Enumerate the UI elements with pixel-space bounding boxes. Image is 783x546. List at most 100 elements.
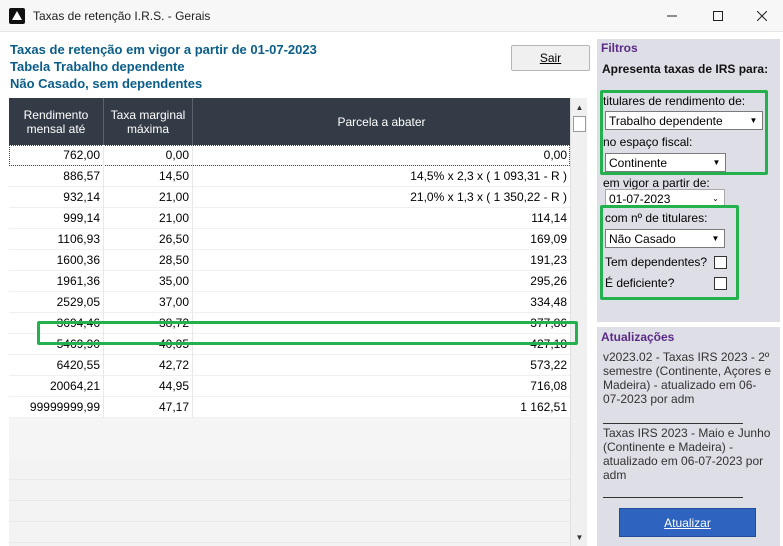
- cell-parcela: 377,86: [193, 313, 570, 334]
- titulares-select[interactable]: Trabalho dependente ▼: [605, 111, 763, 130]
- filters-subtitle: Apresenta taxas de IRS para:: [602, 62, 768, 76]
- cell-taxa: 40,05: [104, 334, 193, 355]
- cell-rendimento: 1106,93: [9, 229, 104, 250]
- table-row[interactable]: 3694,46 38,72 377,86: [9, 313, 570, 334]
- cell-parcela: 21,0% x 1,3 x ( 1 350,22 - R ): [193, 187, 570, 208]
- cell-rendimento: 886,57: [9, 166, 104, 187]
- close-button[interactable]: [739, 0, 783, 32]
- minimize-icon: [667, 11, 677, 21]
- cell-rendimento: 2529,05: [9, 292, 104, 313]
- cell-taxa: 26,50: [104, 229, 193, 250]
- cell-parcela: 716,08: [193, 376, 570, 397]
- header-validity: Taxas de retenção em vigor a partir de 0…: [10, 42, 317, 57]
- table-empty-area: [9, 459, 570, 546]
- cell-rendimento: 1961,36: [9, 271, 104, 292]
- update-button[interactable]: Atualizar: [619, 508, 756, 537]
- cell-rendimento: 20064,21: [9, 376, 104, 397]
- cell-rendimento: 999,14: [9, 208, 104, 229]
- cell-taxa: 35,00: [104, 271, 193, 292]
- titulares-label: titulares de rendimento de:: [603, 94, 745, 108]
- cell-taxa: 14,50: [104, 166, 193, 187]
- table-row[interactable]: 932,14 21,00 21,0% x 1,3 x ( 1 350,22 - R …: [9, 187, 570, 208]
- cell-taxa: 47,17: [104, 397, 193, 418]
- cell-parcela: 295,26: [193, 271, 570, 292]
- cell-rendimento: 99999999,99: [9, 397, 104, 418]
- num-titulares-select[interactable]: Não Casado ▼: [605, 229, 725, 248]
- cell-parcela: 0,00: [193, 145, 570, 166]
- vigor-date-picker[interactable]: 01-07-2023 ⌄: [605, 189, 725, 208]
- cell-parcela: 191,23: [193, 250, 570, 271]
- main-panel: Taxas de retenção em vigor a partir de 0…: [0, 33, 597, 546]
- cell-rendimento: 5469,90: [9, 334, 104, 355]
- maximize-button[interactable]: [695, 0, 741, 32]
- cell-taxa: 42,72: [104, 355, 193, 376]
- updates-panel: Atualizações v2023.02 - Taxas IRS 2023 -…: [597, 327, 780, 546]
- column-header-rendimento[interactable]: Rendimento mensal até: [9, 98, 104, 145]
- chevron-down-icon: ▼: [708, 231, 723, 246]
- cell-rendimento: 3694,46: [9, 313, 104, 334]
- cell-parcela: 114,14: [193, 208, 570, 229]
- table-row[interactable]: 99999999,99 47,17 1 162,51: [9, 397, 570, 418]
- header-civil-status: Não Casado, sem dependentes: [10, 76, 202, 91]
- chevron-down-icon: ▼: [709, 155, 724, 170]
- chevron-down-icon: ▼: [746, 113, 761, 128]
- dependentes-label: Tem dependentes?: [605, 255, 707, 269]
- table-row[interactable]: 1961,36 35,00 295,26: [9, 271, 570, 292]
- title-bar: Taxas de retenção I.R.S. - Gerais: [0, 0, 783, 32]
- table-row[interactable]: 1106,93 26,50 169,09: [9, 229, 570, 250]
- table-row[interactable]: 886,57 14,50 14,5% x 2,3 x ( 1 093,31 - R …: [9, 166, 570, 187]
- cell-rendimento: 1600,36: [9, 250, 104, 271]
- scroll-up-button[interactable]: ▲: [572, 99, 587, 115]
- cell-parcela: 573,22: [193, 355, 570, 376]
- column-header-taxa[interactable]: Taxa marginal máxima: [104, 98, 193, 145]
- cell-parcela: 14,5% x 2,3 x ( 1 093,31 - R ): [193, 166, 570, 187]
- divider: [603, 423, 743, 424]
- triangle-down-icon: ▼: [576, 533, 584, 542]
- chevron-down-icon: ⌄: [708, 191, 723, 206]
- close-icon: [757, 11, 767, 21]
- cell-rendimento: 6420,55: [9, 355, 104, 376]
- table-row[interactable]: 999,14 21,00 114,14: [9, 208, 570, 229]
- cell-rendimento: 762,00: [9, 145, 104, 166]
- vigor-label: em vigor a partir de:: [603, 176, 710, 190]
- filters-panel: Filtros Apresenta taxas de IRS para: tit…: [597, 39, 780, 322]
- side-panel: Filtros Apresenta taxas de IRS para: tit…: [597, 33, 783, 546]
- scroll-thumb[interactable]: [573, 116, 586, 132]
- cell-parcela: 169,09: [193, 229, 570, 250]
- cell-taxa: 28,50: [104, 250, 193, 271]
- maximize-icon: [713, 11, 723, 21]
- update-entry: Taxas IRS 2023 - Maio e Junho (Continent…: [603, 426, 773, 482]
- filters-title: Filtros: [601, 41, 638, 55]
- table-row[interactable]: 5469,90 40,05 427,18: [9, 334, 570, 355]
- table-row[interactable]: 762,00 0,00 0,00: [9, 145, 570, 166]
- window-title: Taxas de retenção I.R.S. - Gerais: [33, 9, 210, 23]
- rates-table: Rendimento mensal até Taxa marginal máxi…: [9, 98, 587, 546]
- table-body: 762,00 0,00 0,00 886,57 14,50 14,5% x 2,3 x …: [9, 145, 570, 418]
- table-row[interactable]: 20064,21 44,95 716,08: [9, 376, 570, 397]
- table-row[interactable]: 1600,36 28,50 191,23: [9, 250, 570, 271]
- exit-button[interactable]: Sair: [511, 45, 590, 71]
- cell-parcela: 427,18: [193, 334, 570, 355]
- scroll-down-button[interactable]: ▼: [572, 529, 587, 545]
- update-entry: v2023.02 - Taxas IRS 2023 - 2º semestre …: [603, 350, 773, 406]
- espaco-fiscal-select[interactable]: Continente ▼: [605, 153, 726, 172]
- header-table-type: Tabela Trabalho dependente: [10, 59, 185, 74]
- table-row[interactable]: 6420,55 42,72 573,22: [9, 355, 570, 376]
- dependentes-checkbox[interactable]: [714, 256, 727, 269]
- cell-taxa: 44,95: [104, 376, 193, 397]
- cell-taxa: 38,72: [104, 313, 193, 334]
- deficiente-checkbox[interactable]: [714, 277, 727, 290]
- table-row-highlighted[interactable]: 2529,05 37,00 334,48: [9, 292, 570, 313]
- table-header: Rendimento mensal até Taxa marginal máxi…: [9, 98, 570, 145]
- triangle-up-icon: ▲: [576, 103, 584, 112]
- divider: [603, 497, 743, 498]
- minimize-button[interactable]: [649, 0, 695, 32]
- app-icon: [9, 8, 25, 24]
- column-header-parcela[interactable]: Parcela a abater: [193, 98, 570, 145]
- cell-parcela: 1 162,51: [193, 397, 570, 418]
- table-scrollbar[interactable]: ▲ ▼: [570, 98, 587, 546]
- cell-taxa: 21,00: [104, 208, 193, 229]
- espaco-fiscal-label: no espaço fiscal:: [603, 135, 692, 149]
- cell-taxa: 0,00: [104, 145, 193, 166]
- cell-taxa: 37,00: [104, 292, 193, 313]
